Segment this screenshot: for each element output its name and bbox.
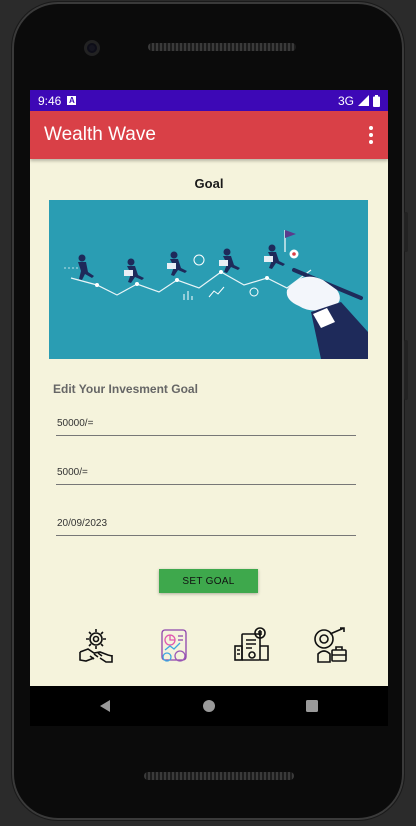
- bottom-speaker-grille: [144, 772, 294, 780]
- signal-icon: [358, 95, 369, 106]
- status-bar: 9:46 A 3G: [30, 90, 388, 111]
- top-speaker-grille: [148, 43, 296, 51]
- system-nav-bar: [30, 686, 388, 726]
- goal-amount-field[interactable]: [56, 412, 356, 436]
- target-date-field[interactable]: [56, 512, 356, 536]
- home-circle-icon[interactable]: [202, 698, 216, 714]
- investment-report-icon[interactable]: [154, 626, 194, 666]
- page-title: Goal: [194, 176, 224, 191]
- notification-icon: A: [67, 95, 77, 105]
- app-screen: 9:46 A 3G Wealth Wave Goal Edit Your Inv…: [30, 90, 388, 686]
- goal-race-illustration: [49, 200, 368, 359]
- status-time: 9:46: [38, 93, 62, 108]
- volume-button: [404, 340, 408, 400]
- network-type: 3G: [337, 93, 354, 108]
- battery-icon: [373, 94, 380, 107]
- financial-document-icon[interactable]: [232, 626, 272, 666]
- section-label: Edit Your Invesment Goal: [53, 382, 198, 396]
- monthly-amount-field[interactable]: [56, 461, 356, 485]
- more-vert-icon[interactable]: [366, 126, 376, 144]
- app-title: Wealth Wave: [44, 124, 156, 145]
- front-camera: [84, 40, 100, 56]
- bottom-nav: [30, 626, 388, 670]
- business-analysis-icon[interactable]: [310, 626, 350, 666]
- app-bar: Wealth Wave: [30, 111, 388, 159]
- gear-handshake-icon[interactable]: [76, 626, 116, 666]
- power-button: [404, 212, 408, 252]
- set-goal-button[interactable]: SET GOAL: [159, 569, 258, 593]
- back-triangle-icon[interactable]: [98, 698, 112, 714]
- recents-square-icon[interactable]: [305, 698, 319, 714]
